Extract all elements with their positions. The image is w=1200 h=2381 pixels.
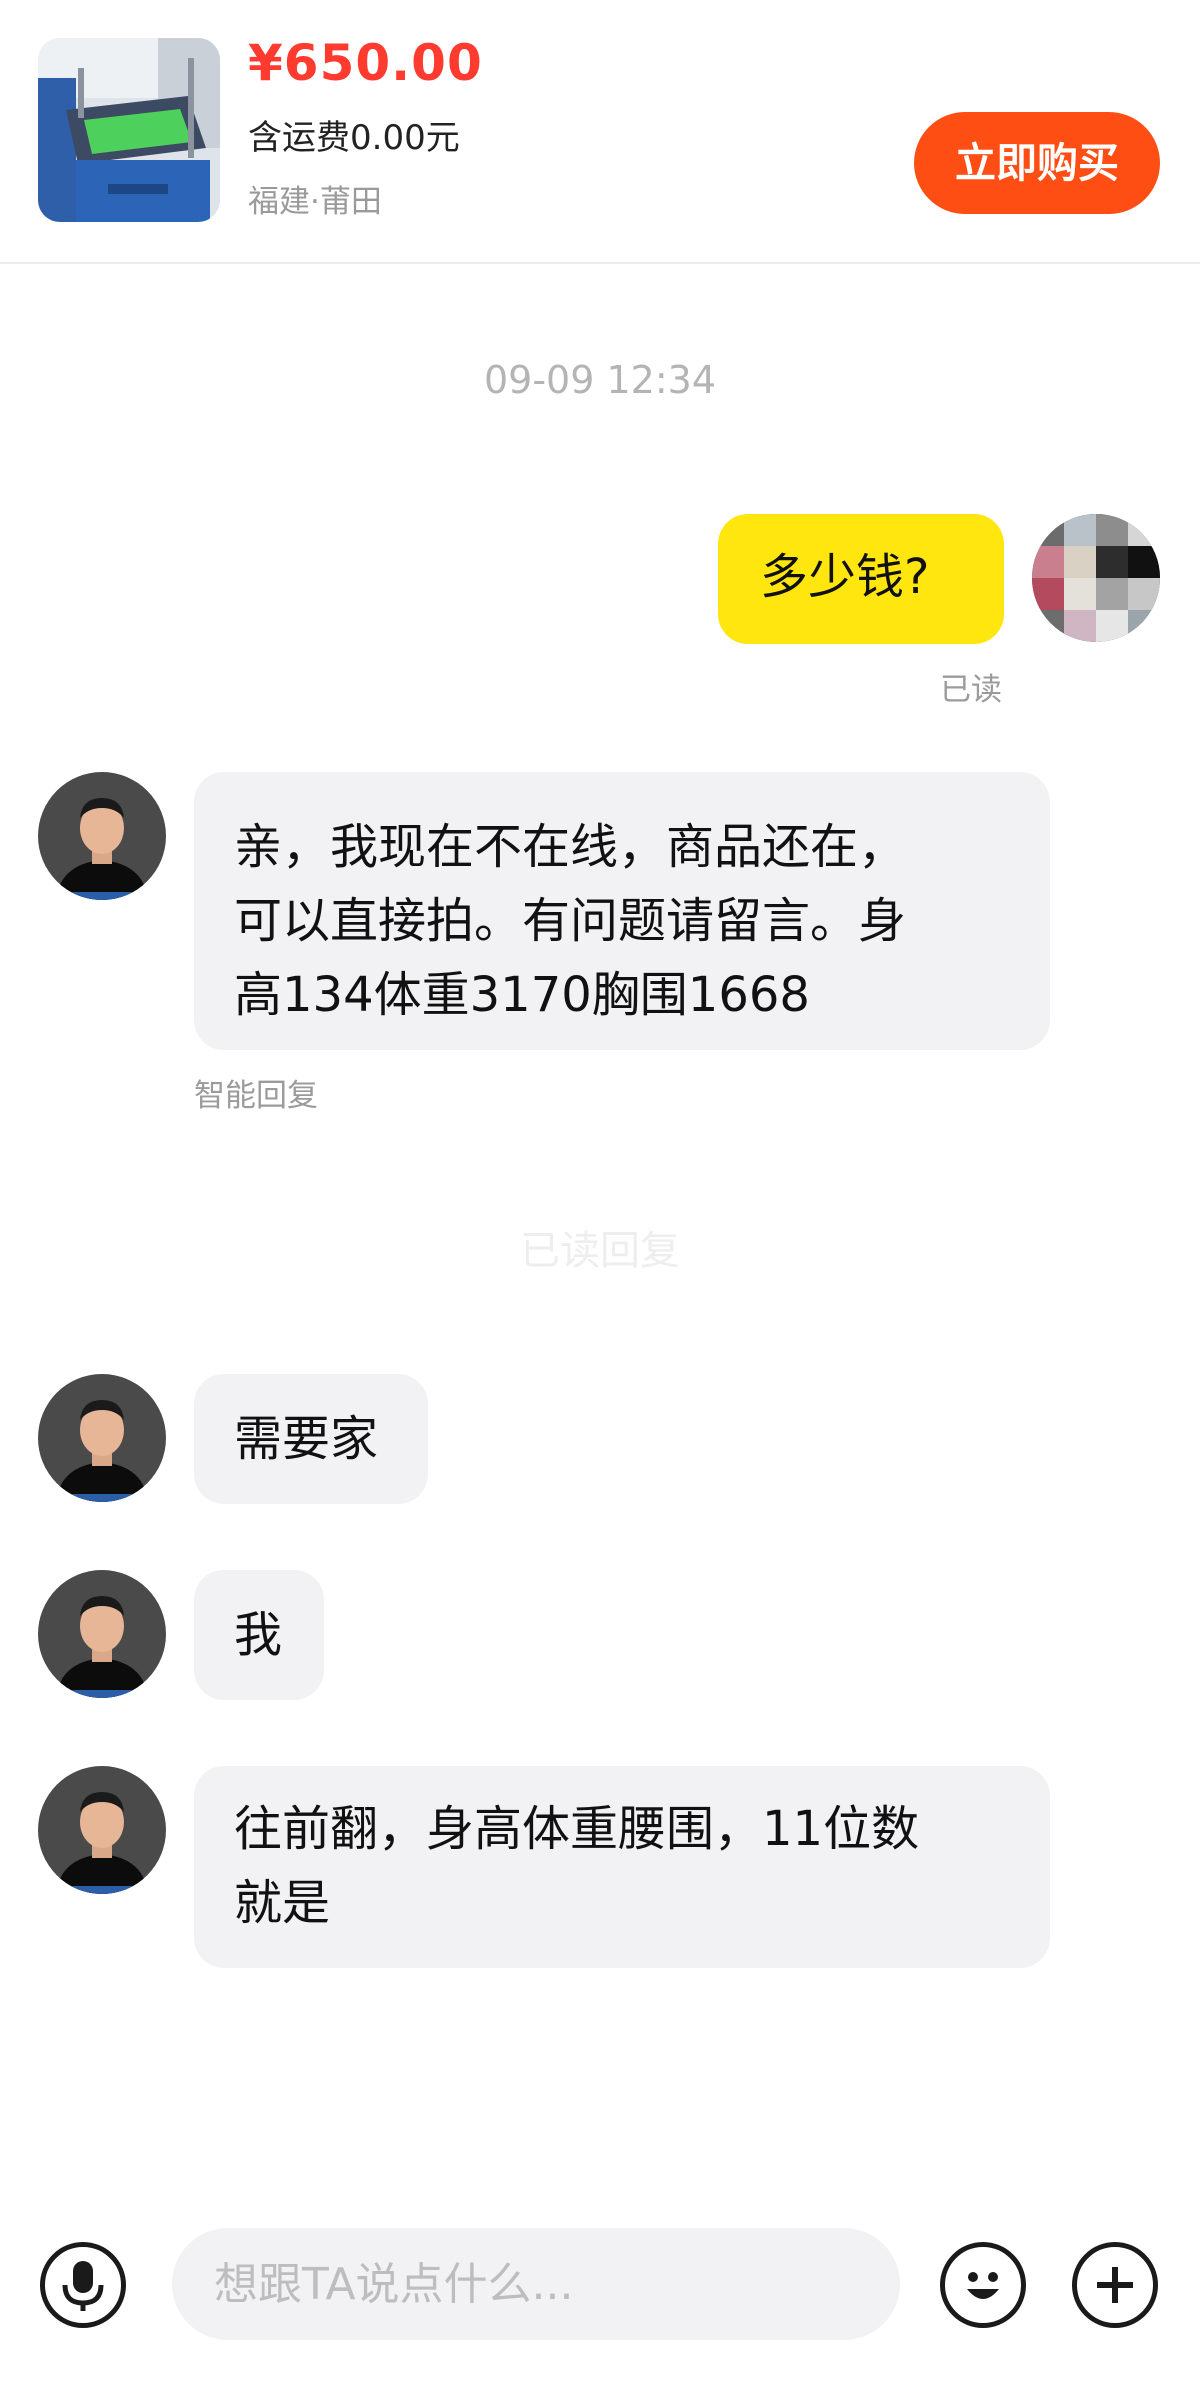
outgoing-message-text: 多少钱? [760,549,930,605]
auto-reply-bubble[interactable]: 亲，我现在不在线，商品还在， 可以直接拍。有问题请留言。身 高134体重3170… [194,772,1050,1050]
incoming-message-bubble[interactable]: 需要家 [194,1374,428,1504]
seller-avatar[interactable] [38,1374,166,1502]
message-timestamp: 09-09 12:34 [483,358,716,402]
seller-location: 福建·莆田 [248,184,382,220]
product-image[interactable] [38,38,220,222]
incoming-message-line: 就是 [234,1875,331,1931]
read-receipt: 已读 [940,672,1002,708]
outgoing-message-bubble[interactable]: 多少钱? [718,514,1004,644]
faded-text: 已读回复 [520,1228,680,1274]
emoji-button[interactable] [940,2242,1026,2328]
incoming-message-bubble[interactable]: 我 [194,1570,324,1700]
voice-button[interactable] [40,2242,126,2328]
auto-reply-line: 高134体重3170胸围1668 [234,967,810,1023]
seller-avatar[interactable] [38,772,166,900]
incoming-message-text: 我 [234,1607,283,1663]
shipping-fee: 含运费0.00元 [248,118,460,158]
microphone-icon [62,2261,104,2311]
product-header: ¥650.00 含运费0.00元 福建·莆田 立即购买 [0,0,1200,264]
auto-reply-line: 可以直接拍。有问题请留言。身 [234,893,907,949]
auto-reply-line: 亲，我现在不在线，商品还在， [234,819,907,875]
more-button[interactable] [1072,2242,1158,2328]
plus-icon [1097,2267,1133,2303]
product-price: ¥650.00 [248,34,483,92]
incoming-message-text: 需要家 [234,1411,379,1467]
my-avatar[interactable] [1032,514,1160,642]
incoming-message-bubble[interactable]: 往前翻，身高体重腰围，11位数 就是 [194,1766,1050,1968]
emoji-smile-icon [967,2272,999,2299]
message-input-bar [0,2200,1200,2381]
buy-now-button[interactable]: 立即购买 [914,112,1160,214]
message-input[interactable] [172,2228,900,2340]
seller-avatar[interactable] [38,1766,166,1894]
incoming-message-line: 往前翻，身高体重腰围，11位数 [234,1801,920,1857]
seller-avatar[interactable] [38,1570,166,1698]
smart-reply-tag: 智能回复 [194,1078,318,1114]
